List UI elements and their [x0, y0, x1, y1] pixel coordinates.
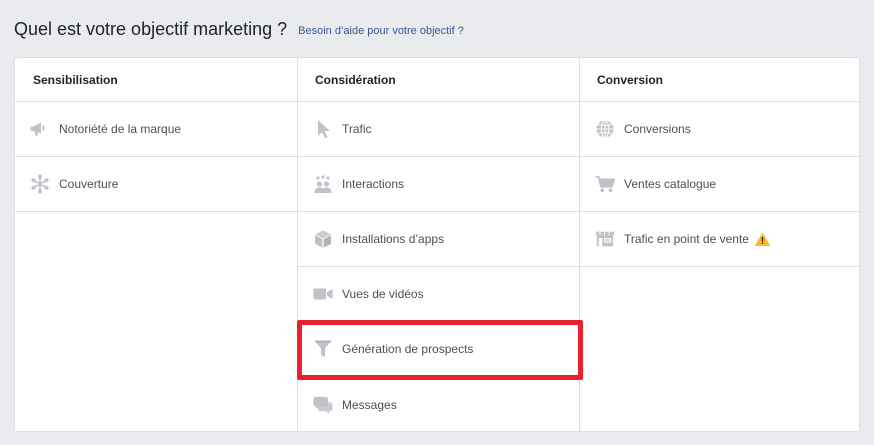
objective-brand-awareness[interactable]: Notoriété de la marque	[15, 102, 297, 157]
megaphone-icon	[30, 119, 50, 139]
column-header: Considération	[298, 58, 580, 102]
objective-reach[interactable]: Couverture	[15, 157, 297, 212]
objective-lead-generation[interactable]: Génération de prospects	[298, 322, 580, 377]
objective-label: Trafic en point de vente	[624, 232, 749, 246]
page-header: Quel est votre objectif marketing ? Beso…	[14, 17, 464, 41]
chat-bubbles-icon	[313, 395, 333, 415]
shopping-cart-icon	[595, 174, 615, 194]
objective-label: Trafic	[342, 122, 372, 136]
video-camera-icon	[313, 284, 333, 304]
reach-asterisk-icon	[30, 174, 50, 194]
column-header: Sensibilisation	[15, 58, 297, 102]
funnel-icon	[313, 339, 333, 359]
objective-messages[interactable]: Messages	[298, 377, 580, 431]
column-header: Conversion	[580, 58, 859, 102]
people-icon	[313, 174, 333, 194]
objective-label: Couverture	[59, 177, 119, 191]
box-icon	[313, 229, 333, 249]
warning-icon[interactable]	[754, 232, 770, 246]
objective-label: Vues de vidéos	[342, 287, 424, 301]
objective-video-views[interactable]: Vues de vidéos	[298, 267, 580, 322]
objective-catalog-sales[interactable]: Ventes catalogue	[580, 157, 859, 212]
column-conversion: Conversion Conversions Ventes catalogue …	[579, 58, 859, 431]
cursor-icon	[313, 119, 333, 139]
objective-traffic[interactable]: Trafic	[298, 102, 580, 157]
objective-table: Sensibilisation Notoriété de la marque C…	[14, 57, 860, 432]
objective-help-link[interactable]: Besoin d’aide pour votre objectif ?	[298, 25, 464, 37]
objective-label: Messages	[342, 397, 397, 412]
objective-app-installs[interactable]: Installations d’apps	[298, 212, 580, 267]
objective-label: Notoriété de la marque	[59, 122, 182, 136]
store-icon	[595, 229, 615, 249]
objective-label: Ventes catalogue	[624, 177, 717, 191]
objective-conversions[interactable]: Conversions	[580, 102, 859, 157]
objective-label: Conversions	[624, 122, 691, 136]
column-sensibilisation: Sensibilisation Notoriété de la marque C…	[15, 58, 297, 431]
objective-store-traffic[interactable]: Trafic en point de vente	[580, 212, 859, 267]
globe-icon	[595, 119, 615, 139]
objective-label: Interactions	[342, 177, 405, 191]
objective-label: Installations d’apps	[342, 232, 445, 246]
column-consideration: Considération Trafic Interactions Instal…	[297, 58, 580, 431]
objective-label: Génération de prospects	[342, 342, 474, 356]
page-title: Quel est votre objectif marketing ?	[14, 18, 288, 39]
objective-engagement[interactable]: Interactions	[298, 157, 580, 212]
